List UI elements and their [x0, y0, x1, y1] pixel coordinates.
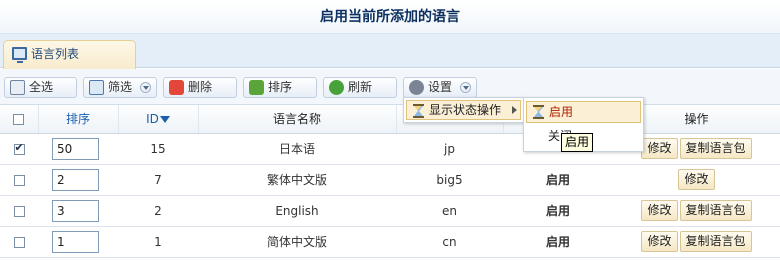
id-cell: 2 — [118, 195, 198, 227]
hourglass-icon — [532, 105, 545, 119]
row-checkbox-cell — [0, 195, 38, 227]
action-cell: 修改 — [613, 164, 780, 196]
table-header-row: 排序 ID 语言名称 操作 — [0, 105, 780, 134]
row-checkbox[interactable] — [13, 236, 25, 248]
page-title: 启用当前所添加的语言 — [320, 9, 460, 25]
status-toggle[interactable]: 启用 — [503, 226, 613, 258]
tooltip: 启用 — [561, 133, 594, 152]
order-input[interactable] — [52, 199, 99, 222]
settings-button[interactable]: 设置 — [403, 77, 477, 98]
row-checkbox-cell — [0, 226, 38, 258]
chevron-down-icon — [140, 82, 151, 93]
menu-item-show-status[interactable]: 显示状态操作 — [406, 100, 521, 120]
name-cell: 简体中文版 — [198, 226, 396, 258]
toolbar: 全选 筛选 删除 排序 刷新 设置 — [0, 69, 780, 105]
select-all-label: 全选 — [29, 80, 54, 94]
edit-button[interactable]: 修改 — [641, 200, 678, 221]
order-cell — [38, 133, 118, 165]
action-cell: 修改 复制语言包 — [613, 226, 780, 258]
filter-label: 筛选 — [108, 80, 133, 94]
table-row: 1 简体中文版 cn 启用 修改复制语言包 — [0, 226, 780, 258]
order-cell — [38, 226, 118, 258]
row-checkbox[interactable] — [13, 141, 25, 155]
delete-label: 删除 — [188, 80, 213, 94]
row-checkbox-cell — [0, 164, 38, 196]
edit-button[interactable]: 修改 — [678, 169, 715, 190]
language-table: 排序 ID 语言名称 操作 15 日本语 jp 修改复制语言包 7 — [0, 105, 780, 258]
order-cell — [38, 195, 118, 227]
id-cell: 7 — [118, 164, 198, 196]
sort-button[interactable]: 排序 — [243, 77, 317, 98]
edit-button[interactable]: 修改 — [641, 231, 678, 252]
chevron-down-icon — [460, 82, 471, 93]
status-toggle[interactable]: 启用 — [503, 195, 613, 227]
page-title-bar: 启用当前所添加的语言 — [0, 0, 780, 34]
select-all-checkbox[interactable] — [13, 113, 25, 125]
header-id-label: ID — [146, 111, 159, 126]
id-cell: 15 — [118, 133, 198, 165]
table-row: 7 繁体中文版 big5 启用 修改 — [0, 164, 780, 196]
filter-button[interactable]: 筛选 — [83, 77, 157, 98]
sort-icon — [249, 80, 264, 95]
name-cell: English — [198, 195, 396, 227]
refresh-label: 刷新 — [348, 80, 373, 94]
code-cell: en — [396, 195, 503, 227]
refresh-icon — [329, 80, 344, 95]
delete-button[interactable]: 删除 — [163, 77, 237, 98]
header-order[interactable]: 排序 — [38, 105, 119, 134]
copy-language-pack-button[interactable]: 复制语言包 — [679, 138, 752, 159]
table-row: 2 English en 启用 修改复制语言包 — [0, 195, 780, 227]
edit-button[interactable]: 修改 — [641, 138, 678, 159]
order-input[interactable] — [52, 168, 99, 191]
copy-language-pack-button[interactable]: 复制语言包 — [679, 231, 752, 252]
code-cell: cn — [396, 226, 503, 258]
submenu-item-enable[interactable]: 启用 — [526, 101, 641, 123]
action-cell: 修改 复制语言包 — [613, 195, 780, 227]
table-row: 15 日本语 jp 修改复制语言包 — [0, 133, 780, 165]
name-cell: 繁体中文版 — [198, 164, 396, 196]
id-cell: 1 — [118, 226, 198, 258]
refresh-button[interactable]: 刷新 — [323, 77, 397, 98]
code-cell: big5 — [396, 164, 503, 196]
order-input[interactable] — [52, 137, 99, 160]
status-toggle[interactable]: 启用 — [503, 164, 613, 196]
sort-desc-icon — [159, 115, 170, 123]
hourglass-icon — [412, 104, 425, 118]
row-checkbox-cell — [0, 133, 38, 165]
filter-icon — [89, 80, 104, 95]
tab-label: 语言列表 — [31, 47, 80, 61]
name-cell: 日本语 — [198, 133, 396, 165]
header-name: 语言名称 — [198, 105, 397, 134]
chevron-right-icon — [512, 106, 517, 114]
header-id[interactable]: ID — [118, 105, 199, 134]
header-checkbox-cell — [0, 105, 39, 134]
tab-language-list[interactable]: 语言列表 — [3, 40, 136, 69]
menu-item-label: 显示状态操作 — [429, 103, 502, 117]
delete-icon — [169, 80, 184, 95]
submenu-item-label: 启用 — [549, 105, 574, 119]
sort-label: 排序 — [268, 80, 293, 94]
settings-menu: 显示状态操作 — [403, 97, 524, 123]
select-all-icon — [10, 80, 25, 95]
code-cell: jp — [396, 133, 503, 165]
select-all-button[interactable]: 全选 — [4, 77, 77, 98]
order-cell — [38, 164, 118, 196]
gear-icon — [409, 80, 424, 95]
monitor-icon — [12, 47, 27, 63]
order-input[interactable] — [52, 230, 99, 253]
settings-label: 设置 — [428, 80, 453, 94]
row-checkbox[interactable] — [13, 205, 25, 217]
copy-language-pack-button[interactable]: 复制语言包 — [679, 200, 752, 221]
tab-strip: 语言列表 — [0, 34, 780, 69]
row-checkbox[interactable] — [13, 174, 25, 186]
